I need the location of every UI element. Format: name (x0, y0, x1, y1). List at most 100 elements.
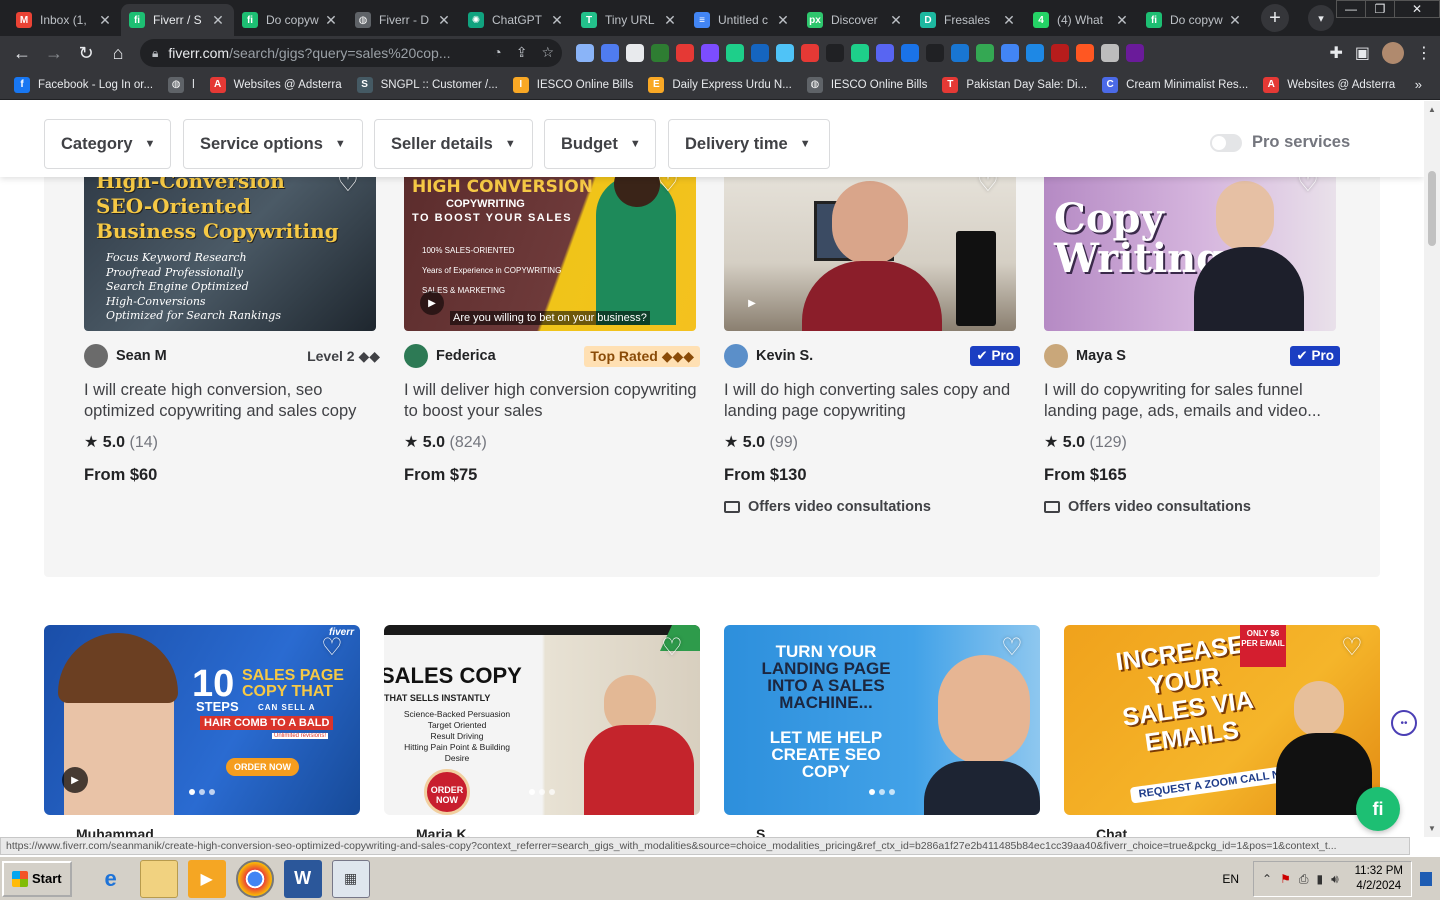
video-play-icon[interactable]: ▶ (62, 767, 88, 793)
carousel-dot[interactable] (879, 789, 885, 795)
extension-icon[interactable] (626, 44, 644, 62)
gig-thumbnail[interactable]: HIGH CONVERSION COPYWRITING TO BOOST YOU… (404, 161, 696, 331)
calculator-icon[interactable]: ▦ (331, 859, 370, 898)
bookmark-item[interactable]: E Daily Express Urdu N... (648, 76, 792, 93)
extensions-puzzle-icon[interactable]: ✚ (1329, 43, 1342, 63)
carousel-dot[interactable] (549, 789, 555, 795)
gig-thumbnail[interactable]: fiverr 10 SALES PAGE COPY THAT STEPS CAN… (44, 625, 360, 815)
network-icon[interactable]: ▮ (1316, 872, 1323, 886)
system-clock[interactable]: 11:32 PM 4/2/2024 (1355, 864, 1403, 894)
gig-title-link[interactable]: I will do high converting sales copy and… (724, 380, 1020, 422)
browser-tab[interactable]: 4 (4) What ✕ (1025, 4, 1138, 36)
security-alert-icon[interactable]: ⚑ (1280, 872, 1291, 886)
share-icon[interactable]: ⇪ (516, 44, 528, 61)
browser-tab[interactable]: fi Do copyw ✕ (1138, 4, 1251, 36)
minimize-icon[interactable]: — (1336, 0, 1366, 18)
video-play-icon[interactable]: ▶ (420, 291, 444, 315)
seller-avatar[interactable] (84, 344, 108, 368)
tab-search-chevron-icon[interactable]: ▾ (1308, 5, 1334, 31)
delivery-time-filter-button[interactable]: Delivery time ▼ (668, 119, 830, 169)
extension-icon[interactable] (1026, 44, 1044, 62)
performance-icon[interactable]: ◔ (493, 44, 501, 61)
extension-icon[interactable] (826, 44, 844, 62)
seller-avatar[interactable] (404, 344, 428, 368)
gig-price[interactable]: From $165 (1044, 466, 1340, 485)
extension-icon[interactable] (926, 44, 944, 62)
extension-icon[interactable] (676, 44, 694, 62)
close-window-icon[interactable]: ✕ (1394, 0, 1440, 18)
budget-filter-button[interactable]: Budget ▼ (544, 119, 656, 169)
gig-price[interactable]: From $75 (404, 466, 700, 485)
bookmark-item[interactable]: I IESCO Online Bills (512, 76, 633, 93)
site-info-lock-icon[interactable]: 🔒︎ (152, 46, 158, 61)
extension-icon[interactable] (876, 44, 894, 62)
browser-tab[interactable]: T Tiny URL ✕ (573, 4, 686, 36)
word-icon[interactable]: W (283, 859, 322, 898)
toggle-switch[interactable] (1210, 133, 1242, 152)
new-tab-button[interactable]: + (1261, 4, 1289, 32)
carousel-dot[interactable] (869, 789, 875, 795)
seller-avatar[interactable] (1044, 344, 1068, 368)
extension-icon[interactable] (701, 44, 719, 62)
bookmarks-overflow-icon[interactable]: » (1415, 77, 1422, 92)
seller-name[interactable]: Kevin S. (756, 348, 970, 364)
carousel-dots[interactable] (189, 789, 215, 795)
carousel-dot[interactable] (209, 789, 215, 795)
close-tab-icon[interactable]: ✕ (1114, 12, 1130, 29)
close-tab-icon[interactable]: ✕ (1227, 12, 1243, 29)
seller-name[interactable]: Muhammad (76, 826, 154, 837)
extension-icon[interactable] (976, 44, 994, 62)
forward-arrow-icon[interactable]: → (38, 37, 70, 69)
scrollbar-thumb[interactable] (1428, 171, 1436, 246)
pro-services-toggle[interactable]: Pro services (1210, 133, 1350, 152)
favorite-heart-icon[interactable]: ♡ (320, 636, 344, 661)
browser-tab[interactable]: ✺ ChatGPT ✕ (460, 4, 573, 36)
carousel-dots[interactable] (869, 789, 895, 795)
media-player-icon[interactable]: ▶ (187, 859, 226, 898)
side-panel-icon[interactable]: ▣ (1355, 43, 1370, 63)
gig-price[interactable]: From $60 (84, 466, 380, 485)
reload-icon[interactable]: ↻ (70, 37, 102, 69)
extension-icon[interactable] (576, 44, 594, 62)
gig-thumbnail[interactable]: INCREASE YOUR SALES VIA EMAILS ONLY $6 P… (1064, 625, 1380, 815)
extension-icon[interactable] (1126, 44, 1144, 62)
browser-tab[interactable]: ≡ Untitled c ✕ (686, 4, 799, 36)
file-explorer-icon[interactable] (139, 859, 178, 898)
carousel-dot[interactable] (889, 789, 895, 795)
gig-thumbnail[interactable]: High-Conversion SEO-Oriented Business Co… (84, 161, 376, 331)
home-icon[interactable]: ⌂ (102, 37, 134, 69)
back-arrow-icon[interactable]: ← (6, 37, 38, 69)
bookmark-item[interactable]: A Websites @ Adsterra (1263, 76, 1395, 93)
browser-tab[interactable]: fi Do copyw ✕ (234, 4, 347, 36)
gig-thumbnail[interactable]: SALES COPY THAT SELLS INSTANTLY Science-… (384, 625, 700, 815)
extension-icon[interactable] (601, 44, 619, 62)
bookmark-item[interactable]: ◍ IESCO Online Bills (806, 76, 927, 93)
assistant-widget-icon[interactable]: •• (1391, 710, 1417, 736)
scroll-up-arrow-icon[interactable]: ▲ (1428, 105, 1436, 114)
category-filter-button[interactable]: Category ▼ (44, 119, 171, 169)
fiverr-chat-button[interactable]: fi (1356, 787, 1400, 831)
browser-menu-icon[interactable]: ⋮ (1416, 43, 1432, 63)
carousel-dot[interactable] (199, 789, 205, 795)
bookmark-item[interactable]: C Cream Minimalist Res... (1102, 76, 1248, 93)
gig-thumbnail[interactable]: TURN YOUR LANDING PAGE INTO A SALES MACH… (724, 625, 1040, 815)
extension-icon[interactable] (1076, 44, 1094, 62)
extension-icon[interactable] (651, 44, 669, 62)
seller-name[interactable]: Maria K. (416, 826, 470, 837)
close-tab-icon[interactable]: ✕ (888, 12, 904, 29)
seller-name[interactable]: Sean M (116, 348, 307, 364)
scroll-down-arrow-icon[interactable]: ▼ (1428, 824, 1436, 833)
gig-price[interactable]: From $130 (724, 466, 1020, 485)
browser-tab[interactable]: M Inbox (1, ✕ (8, 4, 121, 36)
seller-name[interactable]: Chat (1096, 826, 1127, 837)
seller-name[interactable]: Federica (436, 348, 584, 364)
bookmark-item[interactable]: ◍ l (168, 76, 195, 93)
extension-icon[interactable] (801, 44, 819, 62)
video-play-icon[interactable]: ▶ (740, 291, 764, 315)
gig-title-link[interactable]: I will do copywriting for sales funnel l… (1044, 380, 1340, 422)
close-tab-icon[interactable]: ✕ (662, 12, 678, 29)
favorite-heart-icon[interactable]: ♡ (1340, 636, 1364, 661)
seller-name[interactable]: S (756, 826, 765, 837)
carousel-dot[interactable] (529, 789, 535, 795)
extension-icon[interactable] (851, 44, 869, 62)
